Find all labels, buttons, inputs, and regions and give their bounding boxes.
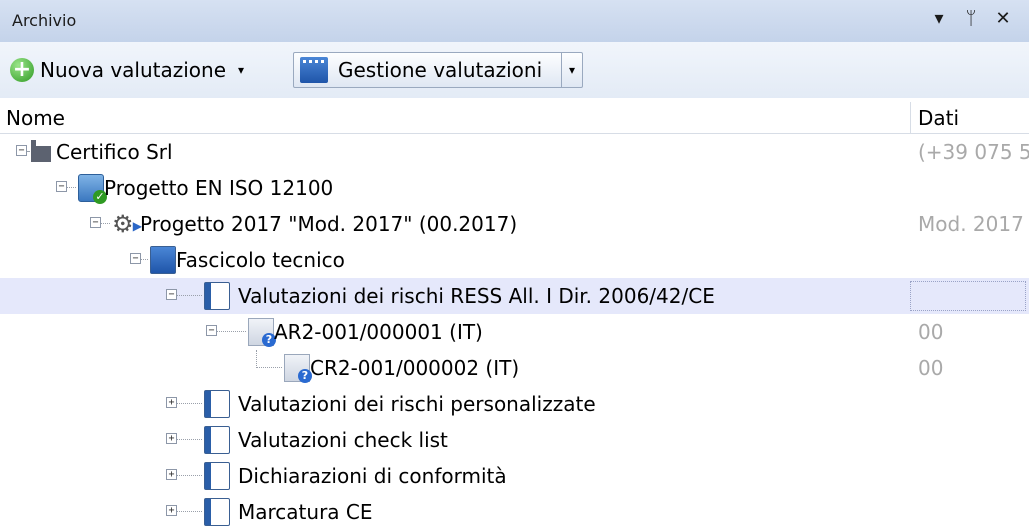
- tree-item-label: Dichiarazioni di conformità: [238, 464, 507, 488]
- tree-row[interactable]: + Valutazioni check list: [0, 422, 1029, 458]
- folder-book-icon: [204, 498, 230, 526]
- tree-item-data: 00: [918, 320, 944, 344]
- tree-row[interactable]: + Valutazioni dei rischi personalizzate: [0, 386, 1029, 422]
- column-name-header[interactable]: Nome: [6, 106, 65, 130]
- new-evaluation-button[interactable]: + Nuova valutazione ▾: [10, 52, 286, 88]
- new-evaluation-label: Nuova valutazione: [40, 58, 227, 82]
- expand-icon[interactable]: +: [166, 469, 177, 480]
- folder-book-icon: [150, 246, 176, 274]
- tree-item-label: Fascicolo tecnico: [176, 248, 345, 272]
- tree-item-label: Valutazioni dei rischi personalizzate: [238, 392, 596, 416]
- tree-connector: [101, 223, 110, 224]
- toolbar: + Nuova valutazione ▾ Gestione valutazio…: [0, 42, 1029, 98]
- expand-icon[interactable]: +: [166, 433, 177, 444]
- manage-evaluations-dropdown-icon[interactable]: ▾: [561, 53, 582, 87]
- tree-connector: [256, 367, 282, 368]
- folder-book-icon: [204, 462, 230, 490]
- tree-connector: [256, 350, 257, 368]
- gear-icon: ⚙: [112, 210, 142, 240]
- tree-connector: [177, 403, 202, 404]
- tree-row[interactable]: − Valutazioni dei rischi RESS All. I Dir.…: [0, 278, 1029, 314]
- panel-title-bar: Archivio ▾ ᛘ ✕: [0, 0, 1029, 42]
- collapse-icon[interactable]: −: [90, 217, 101, 228]
- tree-row[interactable]: − AR2-001/000001 (IT) 00: [0, 314, 1029, 350]
- project-icon: [78, 174, 107, 204]
- tree-connector: [177, 295, 202, 296]
- factory-icon: [28, 138, 54, 166]
- tree-item-data: Mod. 2017: [918, 212, 1024, 236]
- collapse-icon[interactable]: −: [130, 253, 141, 264]
- tree-row[interactable]: − Progetto EN ISO 12100: [0, 170, 1029, 206]
- document-question-icon: [284, 354, 312, 383]
- column-data-header[interactable]: Dati: [918, 106, 959, 130]
- tree-item-data: (+39 075 5: [918, 140, 1029, 164]
- tree-row[interactable]: − Fascicolo tecnico: [0, 242, 1029, 278]
- tree-connector: [177, 475, 202, 476]
- pin-icon[interactable]: ᛘ: [958, 8, 984, 29]
- tree-row[interactable]: + Dichiarazioni di conformità: [0, 458, 1029, 494]
- tree-connector: [177, 439, 202, 440]
- folder-book-icon: [204, 390, 230, 418]
- folder-book-icon: [204, 426, 230, 454]
- tree-item-label: Valutazioni check list: [238, 428, 448, 452]
- column-header: Nome Dati: [0, 102, 1029, 134]
- tree-item-label: AR2-001/000001 (IT): [274, 320, 483, 344]
- collapse-icon[interactable]: −: [166, 289, 177, 300]
- manage-evaluations-button[interactable]: Gestione valutazioni ▾: [293, 52, 583, 88]
- manage-evaluations-label: Gestione valutazioni: [338, 58, 543, 82]
- tree-row[interactable]: −⚙Progetto 2017 "Mod. 2017" (00.2017) Mod…: [0, 206, 1029, 242]
- expand-icon[interactable]: +: [166, 397, 177, 408]
- tree-connector: [177, 511, 202, 512]
- tree-item-label: Progetto 2017 "Mod. 2017" (00.2017): [140, 212, 518, 236]
- tree-item-label: Progetto EN ISO 12100: [104, 176, 334, 200]
- new-evaluation-dropdown-icon[interactable]: ▾: [238, 63, 244, 77]
- expand-icon[interactable]: +: [166, 505, 177, 516]
- book-icon: [300, 57, 328, 83]
- tree-connector: [141, 259, 148, 260]
- tree-row[interactable]: CR2-001/000002 (IT) 00: [0, 350, 1029, 386]
- document-question-icon: [248, 318, 276, 347]
- collapse-icon[interactable]: −: [56, 181, 67, 192]
- tree-item-label: Valutazioni dei rischi RESS All. I Dir. …: [238, 284, 715, 308]
- panel-menu-dropdown-icon[interactable]: ▾: [926, 8, 952, 29]
- column-divider[interactable]: [910, 102, 911, 134]
- tree-row[interactable]: − Certifico Srl (+39 075 5: [0, 134, 1029, 170]
- tree-connector: [67, 187, 76, 188]
- panel-title: Archivio: [12, 11, 77, 30]
- folder-book-icon: [204, 282, 230, 310]
- tree-item-data: 00: [918, 356, 944, 380]
- tree-item-label: CR2-001/000002 (IT): [310, 356, 520, 380]
- collapse-icon[interactable]: −: [206, 325, 217, 336]
- plus-icon: +: [10, 58, 34, 82]
- collapse-icon[interactable]: −: [16, 145, 27, 156]
- tree-item-label: Marcatura CE: [238, 500, 373, 524]
- close-icon[interactable]: ✕: [990, 8, 1016, 29]
- tree-connector: [217, 331, 246, 332]
- tree-item-label: Certifico Srl: [56, 140, 173, 164]
